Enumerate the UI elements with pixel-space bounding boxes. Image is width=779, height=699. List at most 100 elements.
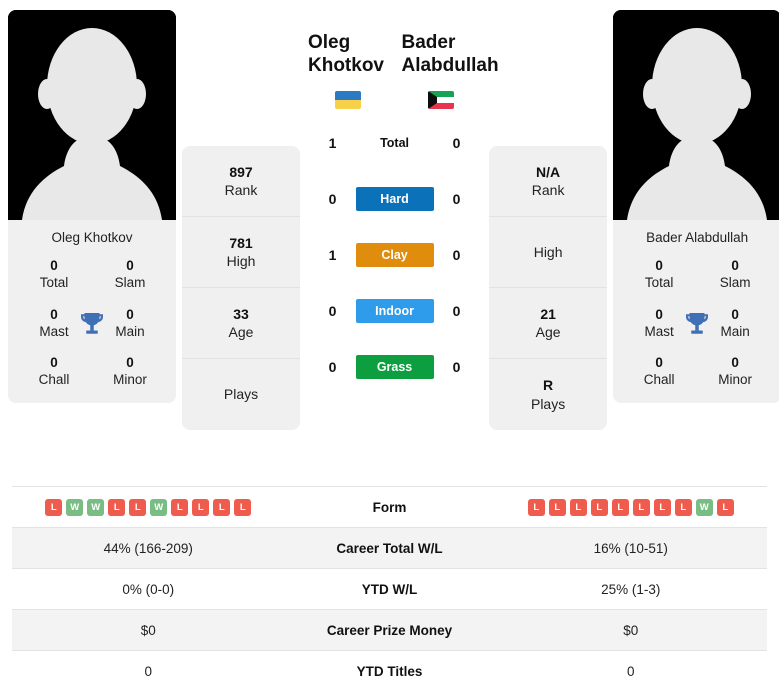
form-badge-win[interactable]: W <box>87 498 105 516</box>
row-label: Form <box>372 499 407 515</box>
player-names-row: Oleg Khotkov Bader Alabdullah <box>306 32 499 109</box>
trophy-label: Minor <box>113 372 147 388</box>
trophy-label: Minor <box>718 372 752 388</box>
h2h-right-count: 0 <box>452 134 461 151</box>
form-badge-loss[interactable]: L <box>527 498 545 516</box>
rank-label: Plays <box>530 395 566 412</box>
trophy-icon <box>686 312 709 334</box>
rank-value: 21 <box>540 305 556 322</box>
left-value: 0% (0-0) <box>122 581 175 597</box>
form-badge-loss[interactable]: L <box>548 498 566 516</box>
form-badge-loss[interactable]: L <box>611 498 629 516</box>
h2h-left-count: 0 <box>328 302 337 319</box>
rank-value: 781 <box>229 234 253 251</box>
rank-label: Age <box>535 324 561 340</box>
surface-button-grass[interactable]: Grass <box>355 354 434 379</box>
h2h-row-clay: 1 Clay 0 <box>306 227 483 283</box>
form-badge-loss[interactable]: L <box>674 498 692 516</box>
rank-cell: R Plays <box>489 359 607 430</box>
player-comparison-page: Oleg Khotkov 0 Total 0 Slam 0 Mast 0 Mai… <box>0 0 779 699</box>
trophy-value: 0 <box>50 355 58 371</box>
left-trophy-card: Oleg Khotkov 0 Total 0 Slam 0 Mast 0 Mai… <box>8 220 176 403</box>
right-player-photo[interactable] <box>613 10 779 220</box>
right-trophy-grid: 0 Total 0 Slam 0 Mast 0 Main 0 Chall 0 M… <box>621 257 773 389</box>
surface-button-indoor[interactable]: Indoor <box>355 298 434 323</box>
left-form-strip: LWWLLWLLLL <box>45 498 252 516</box>
form-badge-loss[interactable]: L <box>234 498 252 516</box>
h2h-left-count: 1 <box>328 246 337 263</box>
form-badge-loss[interactable]: L <box>45 498 63 516</box>
left-flag-wrap <box>308 78 388 109</box>
rank-value: 33 <box>233 305 249 322</box>
form-badge-loss[interactable]: L <box>171 498 189 516</box>
form-badge-loss[interactable]: L <box>569 498 587 516</box>
rank-cell: 21 Age <box>489 288 608 359</box>
form-badge-win[interactable]: W <box>695 498 713 516</box>
trophy-label: Slam <box>719 275 751 291</box>
h2h-left-count: 0 <box>328 358 337 375</box>
rank-cell: 33 Age <box>182 288 300 359</box>
trophy-value: 0 <box>731 355 739 371</box>
trophy-label: Slam <box>114 275 146 291</box>
right-form-strip: LLLLLLLLWL <box>527 498 734 516</box>
kuwait-flag-icon <box>428 90 455 109</box>
right-value: 25% (1-3) <box>601 581 661 597</box>
right-trophy-card: Bader Alabdullah 0 Total 0 Slam 0 Mast 0… <box>613 220 779 403</box>
surface-label-total: Total <box>380 135 410 150</box>
right-player-heading: Bader Alabdullah <box>401 32 499 109</box>
form-badge-loss[interactable]: L <box>716 498 734 516</box>
rank-cell: High <box>489 217 608 288</box>
trophy-label: Total <box>644 275 674 291</box>
form-badge-loss[interactable]: L <box>129 498 147 516</box>
ukraine-flag-icon <box>334 90 361 109</box>
h2h-left-count: 1 <box>328 134 337 151</box>
surface-button-hard[interactable]: Hard <box>355 186 434 211</box>
left-rank-column: 897 Rank 781 High 33 Age Plays <box>182 146 300 430</box>
left-form-cell: LWWLLWLLLL <box>12 498 285 516</box>
left-value: 0 <box>144 663 152 679</box>
comparison-table: LWWLLWLLLL Form LLLLLLLLWL 44% (166-209)… <box>12 486 767 691</box>
trophy-stat: 0 Chall <box>621 354 697 389</box>
rank-cell: 897 Rank <box>182 146 300 217</box>
rank-label: Plays <box>223 386 259 403</box>
rank-cell: Plays <box>182 359 300 430</box>
right-player-name: Bader Alabdullah <box>401 32 499 76</box>
form-badge-win[interactable]: W <box>150 498 168 516</box>
h2h-row-hard: 0 Hard 0 <box>306 171 483 227</box>
trophy-stat: 0 Total <box>16 257 92 292</box>
form-badge-loss[interactable]: L <box>653 498 671 516</box>
rank-label: High <box>226 253 256 269</box>
h2h-row-indoor: 0 Indoor 0 <box>306 283 483 339</box>
rank-cell: N/A Rank <box>489 146 608 217</box>
trophy-label: Chall <box>38 372 70 388</box>
head-to-head-column: Oleg Khotkov Bader Alabdullah 1 Total 0 … <box>306 10 499 395</box>
left-player-name: Oleg Khotkov <box>308 32 384 76</box>
form-badge-loss[interactable]: L <box>632 498 650 516</box>
form-badge-loss[interactable]: L <box>213 498 231 516</box>
table-row-career-total-wl: 44% (166-209) Career Total W/L 16% (10-5… <box>12 527 767 568</box>
surface-button-clay[interactable]: Clay <box>355 242 434 267</box>
rank-label: High <box>533 243 563 260</box>
rank-label: Rank <box>531 182 565 198</box>
table-row-form: LWWLLWLLLL Form LLLLLLLLWL <box>12 486 767 527</box>
trophy-stat: 0 Total <box>621 257 697 292</box>
left-player-column: Oleg Khotkov 0 Total 0 Slam 0 Mast 0 Mai… <box>8 10 176 403</box>
form-badge-win[interactable]: W <box>66 498 84 516</box>
table-row-ytd-titles: 0 YTD Titles 0 <box>12 650 767 691</box>
left-photo-caption: Oleg Khotkov <box>51 230 133 245</box>
left-player-photo[interactable] <box>8 10 176 220</box>
right-value: 16% (10-51) <box>593 540 668 556</box>
left-player-heading: Oleg Khotkov <box>308 32 388 109</box>
form-badge-loss[interactable]: L <box>590 498 608 516</box>
table-row-ytd-wl: 0% (0-0) YTD W/L 25% (1-3) <box>12 568 767 609</box>
trophy-stat: 0 Minor <box>92 354 168 389</box>
form-badge-loss[interactable]: L <box>192 498 210 516</box>
form-badge-loss[interactable]: L <box>108 498 126 516</box>
rank-value: N/A <box>536 163 561 180</box>
h2h-row-grass: 0 Grass 0 <box>306 339 483 395</box>
trophy-value: 0 <box>731 258 739 273</box>
rank-label: Rank <box>224 182 258 198</box>
trophy-stat: 0 Minor <box>697 354 773 389</box>
comparison-header: Oleg Khotkov 0 Total 0 Slam 0 Mast 0 Mai… <box>0 0 779 470</box>
right-form-cell: LLLLLLLLWL <box>495 498 768 516</box>
